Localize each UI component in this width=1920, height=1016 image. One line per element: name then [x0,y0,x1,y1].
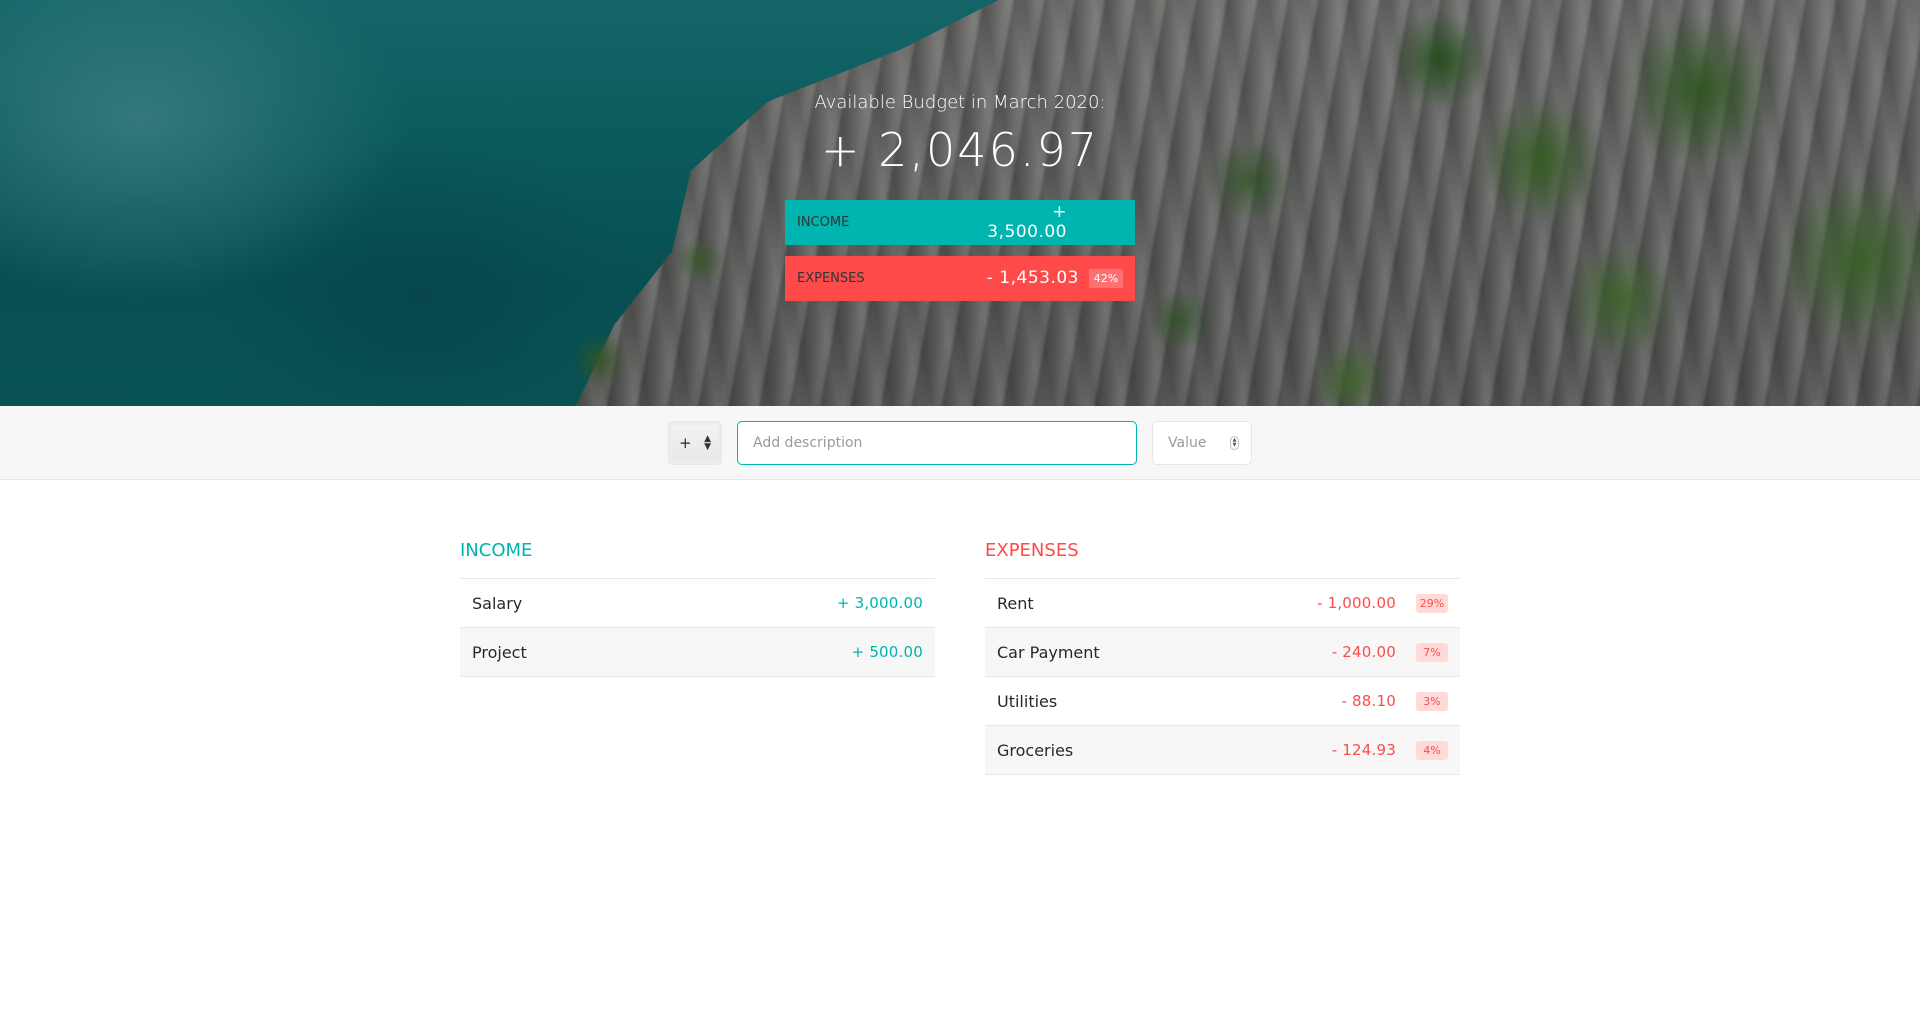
income-item[interactable]: Project + 500.00 [460,628,935,677]
expense-item[interactable]: Rent - 1,000.00 29% [985,579,1460,628]
expenses-summary: Expenses - 1,453.03 42% [785,255,1135,301]
budget-value: + 2,046.97 [820,123,1099,177]
item-description: Salary [472,593,523,613]
income-item[interactable]: Salary + 3,000.00 [460,579,935,628]
income-items: Salary + 3,000.00 Project + 500.00 [460,578,935,677]
description-input[interactable] [737,420,1137,465]
type-select[interactable]: + ▲ ▼ [668,420,722,465]
expenses-percentage-badge: 42% [1089,268,1123,288]
expense-item[interactable]: Utilities - 88.10 3% [985,677,1460,726]
item-percentage-badge: 29% [1416,593,1448,613]
item-description: Project [472,642,527,662]
item-description: Car Payment [997,642,1100,662]
item-percentage-badge: 7% [1416,642,1448,662]
income-summary-label: Income [797,214,850,230]
income-summary-value: + 3,500.00 [987,202,1067,243]
item-value: - 88.10 [1341,692,1396,710]
expenses-summary-label: Expenses [797,270,865,286]
item-value: - 240.00 [1331,643,1396,661]
type-select-value: + [679,433,692,452]
item-value: + 500.00 [851,643,923,661]
number-stepper-icon[interactable]: ▲ ▼ [1230,435,1239,450]
budget-header: Available Budget in March 2020: + 2,046.… [0,0,1920,406]
item-description: Groceries [997,740,1074,760]
budget-title: Available Budget in March 2020: [814,92,1106,113]
item-value: + 3,000.00 [836,594,923,612]
item-value: - 1,000.00 [1317,594,1396,612]
budget-summary: Available Budget in March 2020: + 2,046.… [785,0,1135,301]
expenses-list: Expenses Rent - 1,000.00 29% Car Payment… [985,540,1460,775]
expenses-items: Rent - 1,000.00 29% Car Payment - 240.00… [985,578,1460,775]
item-percentage-badge: 3% [1416,691,1448,711]
value-input[interactable] [1168,434,1224,451]
income-summary: Income + 3,500.00 [785,199,1135,245]
expense-item[interactable]: Car Payment - 240.00 7% [985,628,1460,677]
income-list-title: Income [460,540,533,561]
item-value: - 124.93 [1331,741,1396,759]
expense-item[interactable]: Groceries - 124.93 4% [985,726,1460,775]
item-percentage-badge: 4% [1416,740,1448,760]
item-description: Utilities [997,691,1058,711]
income-list: Income Salary + 3,000.00 Project + 500.0… [460,540,935,775]
expenses-list-title: Expenses [985,540,1079,561]
item-description: Rent [997,593,1034,613]
select-arrows-icon: ▲ ▼ [704,433,711,452]
add-item-bar: + ▲▼ ▲▼ [0,406,1920,480]
lists-container: Income Salary + 3,000.00 Project + 500.0… [460,540,1460,775]
value-field[interactable]: ▲▼ [1152,420,1252,465]
expenses-summary-value: - 1,453.03 [986,268,1079,289]
